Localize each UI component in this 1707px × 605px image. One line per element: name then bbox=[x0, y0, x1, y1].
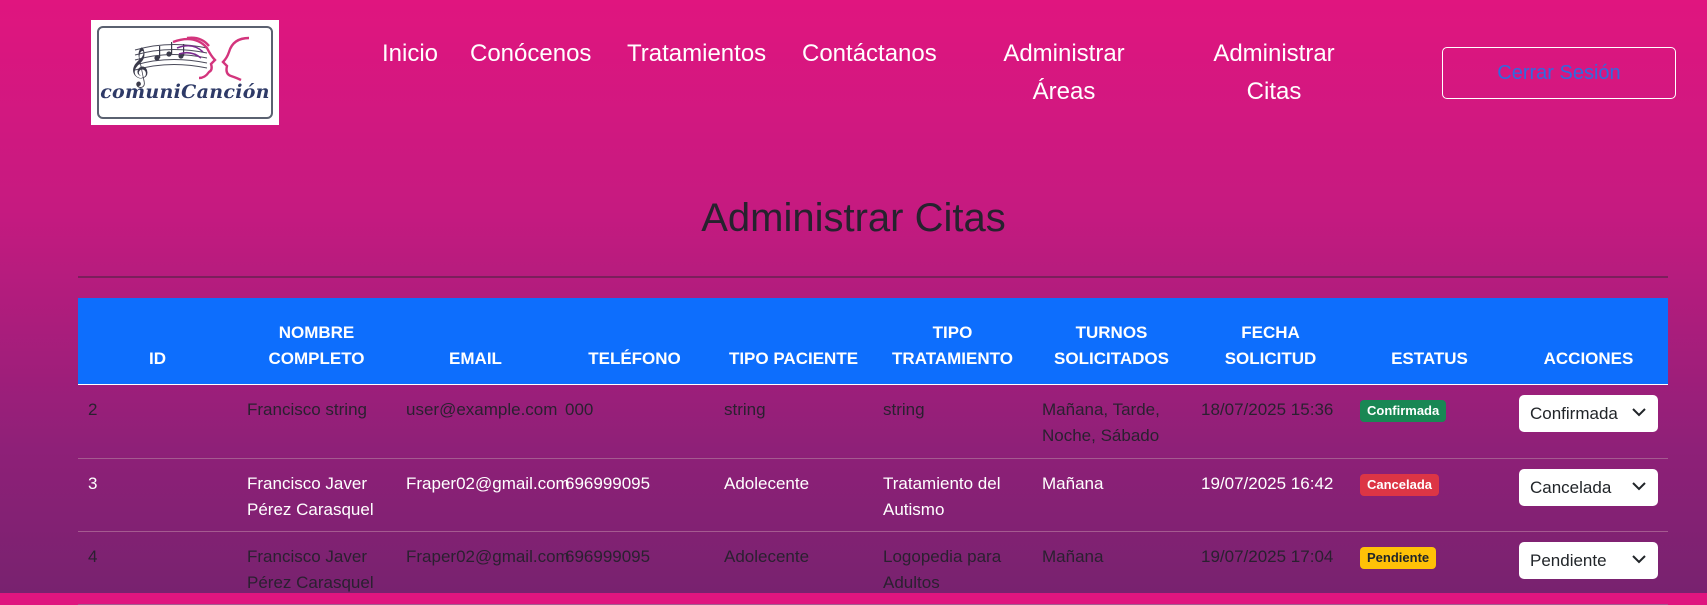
logo-text: comuniCanción bbox=[100, 81, 270, 103]
status-select-value: Pendiente bbox=[1530, 551, 1607, 570]
nav-administrar-areas-line2: Áreas bbox=[1032, 78, 1096, 105]
cell-turnos: Mañana bbox=[1032, 458, 1191, 532]
nav-administrar-citas-line1: Administrar bbox=[1213, 40, 1335, 67]
nav-administrar-citas-line2: Citas bbox=[1246, 78, 1302, 105]
header-telefono: TELÉFONO bbox=[555, 298, 714, 385]
cell-tipo-paciente: Adolecente bbox=[714, 531, 873, 605]
cell-tipo-tratamiento: string bbox=[873, 384, 1032, 459]
cell-tipo-tratamiento: Tratamiento del Autismo bbox=[873, 458, 1032, 532]
nav-inicio[interactable]: Inicio bbox=[382, 35, 438, 73]
cell-nombre: Francisco Javer Pérez Carasquel bbox=[237, 458, 396, 532]
table-header-row: ID NOMBRE COMPLETO EMAIL TELÉFONO TIPO PA… bbox=[78, 298, 1668, 385]
cell-email: Fraper02@gmail.com bbox=[396, 458, 570, 532]
cell-email: user@example.com bbox=[396, 384, 557, 459]
header-email: EMAIL bbox=[396, 298, 555, 385]
status-select-value: Cancelada bbox=[1530, 478, 1612, 497]
header-turnos: TURNOS SOLICITADOS bbox=[1032, 298, 1191, 385]
status-select[interactable]: Cancelada bbox=[1519, 469, 1658, 506]
status-badge-pendiente: Pendiente bbox=[1360, 547, 1437, 569]
header-tipo-paciente: TIPO PACIENTE bbox=[714, 298, 873, 385]
cell-id: 4 bbox=[78, 531, 237, 605]
cell-tipo-paciente: Adolecente bbox=[714, 458, 873, 532]
cell-estatus: Cancelada bbox=[1350, 458, 1509, 532]
title-divider bbox=[78, 276, 1668, 278]
header-fecha: FECHA SOLICITUD bbox=[1191, 298, 1350, 385]
cell-estatus: Confirmada bbox=[1350, 384, 1509, 459]
chevron-down-icon bbox=[1632, 555, 1646, 564]
nav-tratamientos[interactable]: Tratamientos bbox=[627, 35, 766, 73]
music-faces-logo-icon: 𝄞 bbox=[129, 36, 250, 88]
header-estatus: ESTATUS bbox=[1350, 298, 1509, 385]
cell-turnos: Mañana, Tarde, Noche, Sábado bbox=[1032, 384, 1191, 459]
logout-button[interactable]: Cerrar Sesión bbox=[1442, 47, 1676, 99]
logo[interactable]: 𝄞 comuniCanción bbox=[91, 20, 279, 125]
status-badge-cancelada: Cancelada bbox=[1360, 474, 1440, 496]
table-row: 2 Francisco string user@example.com 000 … bbox=[78, 384, 1668, 459]
cell-acciones: Pendiente bbox=[1509, 531, 1668, 605]
citas-table: ID NOMBRE COMPLETO EMAIL TELÉFONO TIPO PA… bbox=[78, 298, 1668, 605]
nav-contactanos[interactable]: Contáctanos bbox=[802, 35, 937, 73]
cell-telefono: 696999095 bbox=[555, 458, 714, 532]
navbar: 𝄞 comuniCanción Inicio Conócenos Tratami… bbox=[0, 0, 1707, 150]
status-select[interactable]: Confirmada bbox=[1519, 395, 1658, 432]
cell-tipo-paciente: string bbox=[714, 384, 873, 459]
logo-frame: 𝄞 comuniCanción bbox=[97, 26, 273, 119]
nav-conocenos[interactable]: Conócenos bbox=[470, 35, 591, 73]
cell-tipo-tratamiento: Logopedia para Adultos bbox=[873, 531, 1032, 605]
cell-nombre: Francisco string bbox=[237, 384, 396, 459]
header-acciones: ACCIONES bbox=[1509, 298, 1668, 385]
cell-id: 2 bbox=[78, 384, 237, 459]
header-id: ID bbox=[78, 298, 237, 385]
cell-turnos: Mañana bbox=[1032, 531, 1191, 605]
cell-acciones: Confirmada bbox=[1509, 384, 1668, 459]
nav-administrar-areas-line1: Administrar bbox=[1003, 40, 1125, 67]
cell-fecha: 19/07/2025 16:42 bbox=[1191, 458, 1350, 532]
cell-estatus: Pendiente bbox=[1350, 531, 1509, 605]
header-nombre: NOMBRE COMPLETO bbox=[237, 298, 396, 385]
status-select-value: Confirmada bbox=[1530, 404, 1618, 423]
page-title: Administrar Citas bbox=[701, 196, 1006, 240]
cell-fecha: 18/07/2025 15:36 bbox=[1191, 384, 1350, 459]
cell-email: Fraper02@gmail.com bbox=[396, 531, 570, 605]
cell-fecha: 19/07/2025 17:04 bbox=[1191, 531, 1350, 605]
table-row: 4 Francisco Javer Pérez Carasquel Fraper… bbox=[78, 531, 1668, 605]
cell-telefono: 000 bbox=[555, 384, 714, 459]
header-tipo-tratamiento: TIPO TRATAMIENTO bbox=[873, 298, 1032, 385]
status-badge-confirmada: Confirmada bbox=[1360, 400, 1447, 422]
cell-acciones: Cancelada bbox=[1509, 458, 1668, 532]
nav-administrar-citas[interactable]: Administrar Citas bbox=[1192, 35, 1356, 111]
status-select[interactable]: Pendiente bbox=[1519, 542, 1658, 579]
chevron-down-icon bbox=[1632, 482, 1646, 491]
chevron-down-icon bbox=[1632, 408, 1646, 417]
nav-administrar-areas[interactable]: Administrar Áreas bbox=[982, 35, 1146, 111]
table-row: 3 Francisco Javer Pérez Carasquel Fraper… bbox=[78, 458, 1668, 532]
cell-id: 3 bbox=[78, 458, 237, 532]
cell-telefono: 696999095 bbox=[555, 531, 714, 605]
cell-nombre: Francisco Javer Pérez Carasquel bbox=[237, 531, 396, 605]
